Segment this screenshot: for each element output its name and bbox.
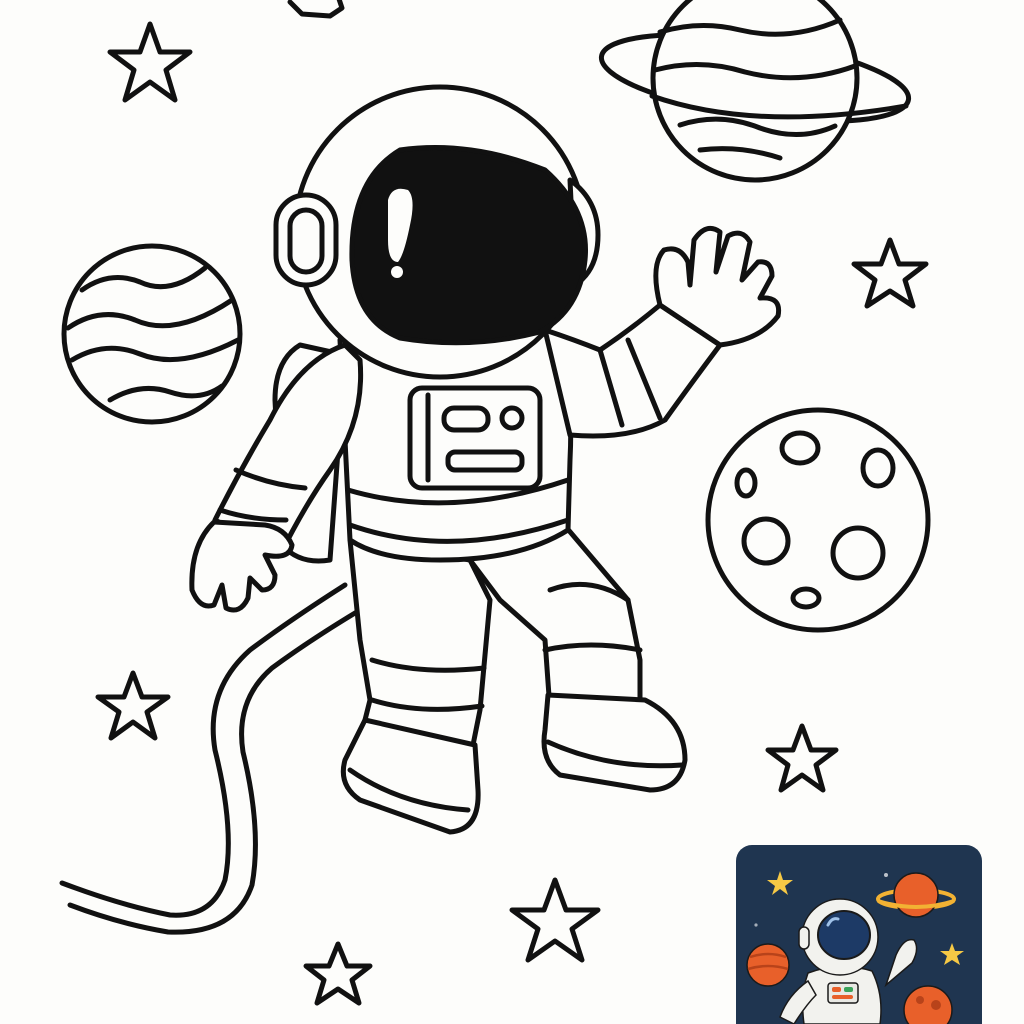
coloring-page <box>0 0 1024 1024</box>
star-left-lower <box>95 670 171 741</box>
star-bottom-middle <box>509 877 601 963</box>
colored-preview-thumbnail <box>736 845 982 1024</box>
helmet-visor <box>349 145 588 346</box>
star-right-upper <box>851 237 929 309</box>
star-bottom-left <box>303 941 373 1006</box>
preview-striped-planet <box>746 943 790 987</box>
preview-illustration <box>736 845 982 1024</box>
striped-planet <box>61 243 243 425</box>
star-top-left <box>107 21 193 103</box>
star-right-lower <box>765 723 839 793</box>
ringed-planet <box>598 0 912 183</box>
astronaut-right-leg <box>467 517 688 793</box>
star-top-center <box>287 0 345 19</box>
astronaut-left-glove <box>189 519 295 613</box>
astronaut-left-leg <box>340 537 493 835</box>
tether <box>59 582 363 935</box>
moon <box>705 407 931 633</box>
chest-control-panel <box>407 385 543 491</box>
